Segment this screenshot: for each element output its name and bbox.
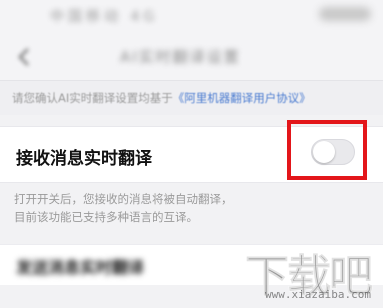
- receive-translation-description: 打开开关后，您接收的消息将被自动翻译， 目前该功能已支持多种语言的互译。: [14, 190, 374, 226]
- site-watermark: 下载吧 www.xiazaiba.com: [245, 240, 375, 303]
- agreement-notice: 请您确认AI实时翻译设置均基于《阿里机器翻译用户协议》: [0, 80, 383, 115]
- notice-prefix: 请您确认AI实时翻译设置均基于: [12, 91, 173, 105]
- page-title: AI实时翻译设置: [120, 48, 241, 66]
- description-line-2: 目前该功能已支持多种语言的互译。: [14, 210, 198, 224]
- watermark-url: www.xiazaiba.com: [265, 288, 371, 301]
- nav-bar: AI实时翻译设置: [0, 34, 383, 80]
- back-arrow-icon[interactable]: [14, 46, 36, 68]
- notice-text: 请您确认AI实时翻译设置均基于《阿里机器翻译用户协议》: [12, 90, 311, 106]
- receive-translation-toggle[interactable]: [311, 139, 355, 165]
- send-message-translation-label: 发送消息实时翻译: [16, 258, 145, 277]
- toggle-knob: [313, 141, 335, 163]
- receive-message-translation-label: 接收消息实时翻译: [16, 149, 152, 169]
- user-agreement-link[interactable]: 《阿里机器翻译用户协议》: [173, 91, 311, 105]
- description-line-1: 打开开关后，您接收的消息将被自动翻译，: [14, 192, 233, 206]
- status-bar-text: 中国移动 4G: [50, 9, 159, 25]
- status-icons: [319, 7, 371, 21]
- status-bar: 中国移动 4G: [0, 0, 383, 34]
